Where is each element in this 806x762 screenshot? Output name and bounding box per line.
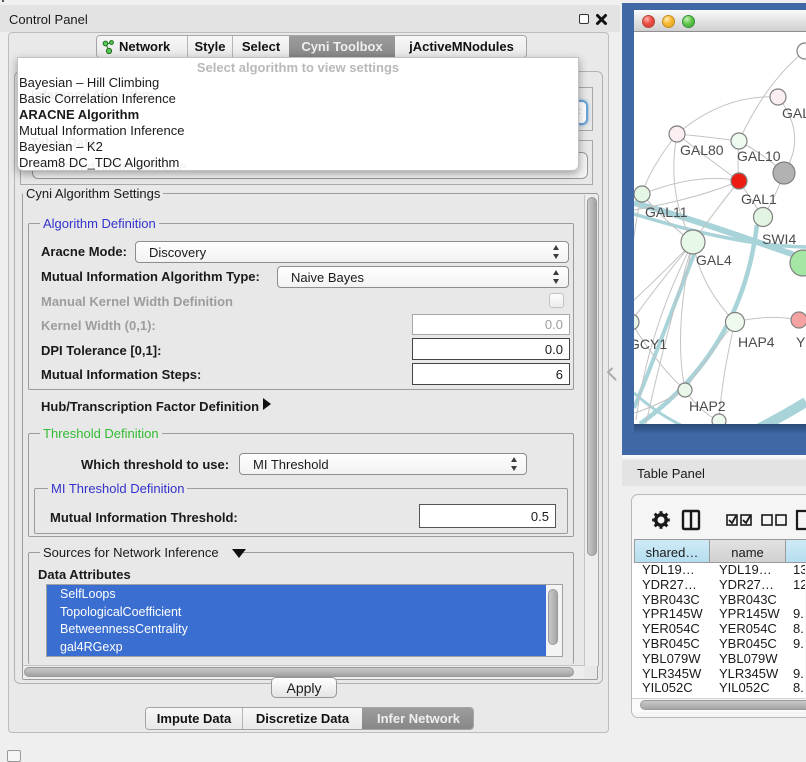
svg-text:GAL4: GAL4 xyxy=(696,252,732,268)
svg-text:GAL11: GAL11 xyxy=(645,204,688,220)
svg-text:SWI4: SWI4 xyxy=(762,231,796,247)
svg-text:HAP4: HAP4 xyxy=(738,334,775,350)
svg-text:GAL: GAL xyxy=(782,105,806,121)
svg-text:GAL10: GAL10 xyxy=(737,148,781,164)
svg-text:Y: Y xyxy=(796,334,806,350)
svg-text:HAP2: HAP2 xyxy=(689,398,726,414)
svg-text:GAL1: GAL1 xyxy=(741,191,777,207)
svg-text:GAL80: GAL80 xyxy=(680,142,724,158)
svg-text:GCY1: GCY1 xyxy=(634,336,667,352)
